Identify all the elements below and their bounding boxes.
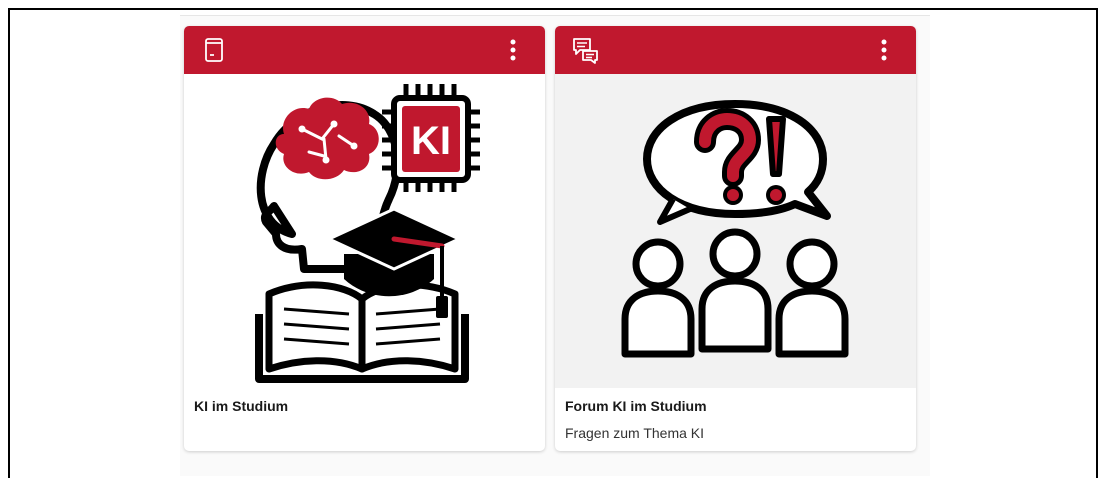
card-title[interactable]: Forum KI im Studium [565,397,906,415]
card-description: Fragen zum Thema KI [565,425,705,441]
kebab-menu-icon[interactable] [499,36,527,64]
card-forum-ki-im-studium[interactable]: Forum KI im Studium Fragen zum Thema KI [555,26,916,451]
people-group-icon [621,228,849,358]
brain-icon [275,97,379,180]
forum-chat-icon [571,36,599,64]
card-header [184,26,545,74]
chip-icon: KI [382,84,480,192]
card-title[interactable]: KI im Studium [194,397,535,415]
book-page-icon [200,36,228,64]
kebab-menu-icon[interactable] [870,36,898,64]
forum-questions-illustration[interactable] [555,74,916,388]
ai-study-illustration[interactable]: KI [184,74,545,388]
card-header [555,26,916,74]
card-ki-im-studium[interactable]: KI KI im Studium [184,26,545,451]
book-icon [255,281,469,383]
card-body: KI im Studium [184,388,545,415]
svg-text:KI: KI [411,119,451,163]
card-body: Forum KI im Studium Fragen zum Thema KI [555,388,916,442]
